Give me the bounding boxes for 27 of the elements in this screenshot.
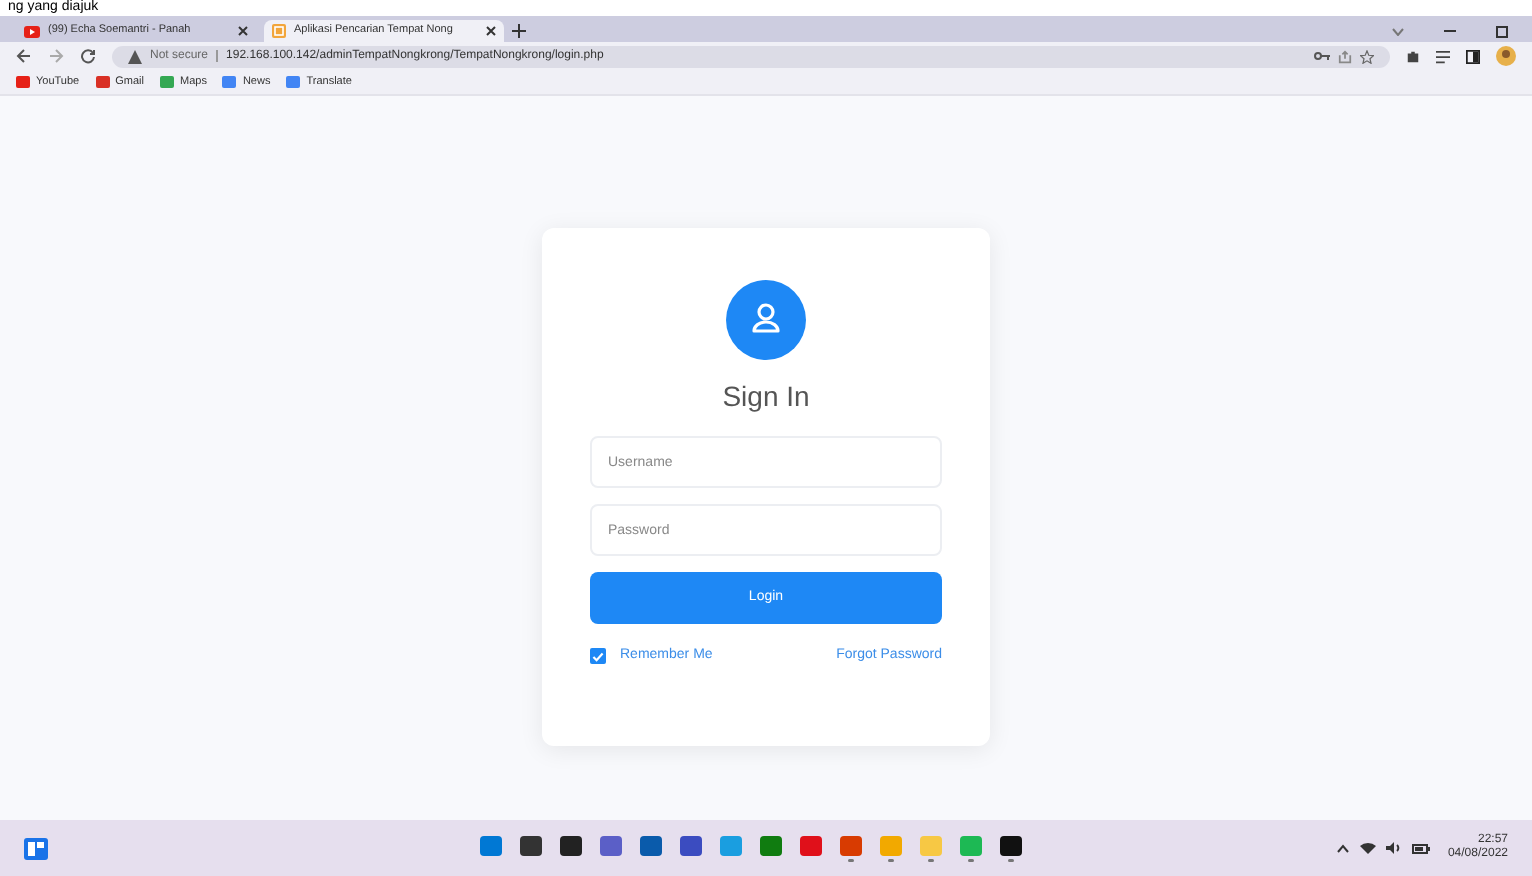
warning-icon [128, 49, 142, 63]
widgets-icon[interactable] [24, 837, 48, 859]
close-icon[interactable] [238, 26, 248, 36]
video-favicon-icon [24, 25, 40, 37]
reload-icon[interactable] [80, 48, 96, 64]
chevron-down-icon[interactable] [1392, 28, 1404, 36]
key-icon[interactable] [1314, 50, 1330, 62]
remember-checkbox[interactable] [590, 648, 606, 665]
star-icon[interactable] [1360, 49, 1374, 63]
profile-avatar-icon[interactable] [1496, 46, 1516, 66]
chevron-up-icon[interactable] [1335, 843, 1350, 853]
wifi-icon[interactable] [1359, 842, 1376, 854]
list-icon[interactable] [1436, 49, 1450, 63]
close-icon[interactable] [486, 26, 496, 36]
new-tab-icon[interactable] [512, 24, 526, 38]
user-avatar-icon [726, 280, 806, 360]
app-taskbar-icon[interactable] [1000, 835, 1023, 861]
sign-in-heading: Sign In [722, 378, 810, 416]
app-taskbar-icon[interactable] [560, 835, 583, 861]
back-icon[interactable] [16, 48, 32, 64]
maximize-icon[interactable] [1496, 26, 1508, 38]
app-taskbar-icon[interactable] [520, 835, 543, 861]
speaker-icon[interactable] [1385, 842, 1402, 854]
app-favicon-icon [272, 24, 286, 38]
side-panel-icon[interactable] [1466, 49, 1480, 63]
share-icon[interactable] [1338, 49, 1352, 63]
battery-icon[interactable] [1411, 843, 1430, 853]
